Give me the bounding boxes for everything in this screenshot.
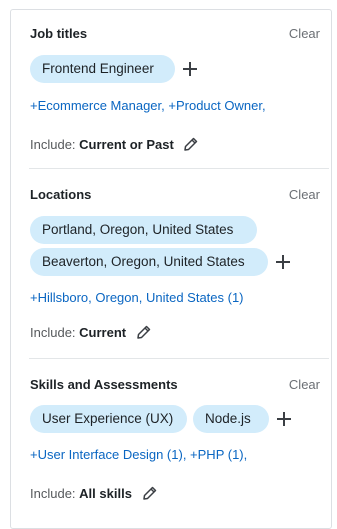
job-titles-section: Job titles Clear Frontend Engineer +Ecom… [30,24,320,159]
job-title-include-setting: Include: Current or Past [30,136,199,152]
clear-skills-button[interactable]: Clear [289,377,320,392]
skills-section: Skills and Assessments Clear User Experi… [30,377,320,512]
clear-locations-button[interactable]: Clear [289,187,320,202]
skill-suggestions-link[interactable]: +User Interface Design (1), +PHP (1), [30,447,247,462]
include-label: Include: [30,325,76,340]
filter-panel: Job titles Clear Frontend Engineer +Ecom… [10,9,332,529]
include-value: All skills [79,486,132,501]
plus-icon[interactable] [275,410,293,428]
include-value: Current or Past [79,137,174,152]
section-title-job-titles: Job titles [30,26,88,41]
job-title-suggestions-link[interactable]: +Ecommerce Manager, +Product Owner, [30,98,266,113]
include-label: Include: [30,486,76,501]
section-divider [29,168,329,169]
clear-job-titles-button[interactable]: Clear [289,26,320,41]
section-title-skills: Skills and Assessments [30,377,178,392]
pencil-icon[interactable] [183,136,199,152]
section-divider [29,358,329,359]
pencil-icon[interactable] [142,485,158,501]
plus-icon[interactable] [181,60,199,78]
pencil-icon[interactable] [136,324,152,340]
skill-include-setting: Include: All skills [30,485,158,501]
include-label: Include: [30,137,76,152]
include-value: Current [79,325,127,340]
plus-icon[interactable] [274,253,292,271]
location-include-setting: Include: Current [30,324,152,340]
pill-nodejs[interactable]: Node.js [193,405,269,433]
location-suggestions-link[interactable]: +Hillsboro, Oregon, United States (1) [30,290,244,305]
pill-portland-oregon[interactable]: Portland, Oregon, United States [30,216,257,244]
pill-beaverton-oregon[interactable]: Beaverton, Oregon, United States [30,248,268,276]
pill-user-experience[interactable]: User Experience (UX) [30,405,187,433]
pill-frontend-engineer[interactable]: Frontend Engineer [30,55,175,83]
locations-section: Locations Clear Portland, Oregon, United… [30,187,320,347]
section-title-locations: Locations [30,187,92,202]
